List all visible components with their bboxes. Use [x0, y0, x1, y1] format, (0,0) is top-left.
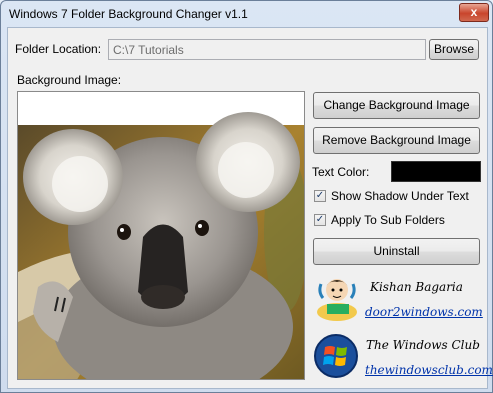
apply-subfolders-label[interactable]: Apply To Sub Folders — [331, 213, 445, 227]
folder-location-label: Folder Location: — [15, 42, 102, 56]
window-title: Windows 7 Folder Background Changer v1.1 — [9, 7, 248, 21]
windows-logo-icon — [313, 333, 359, 379]
background-image-label: Background Image: — [17, 73, 122, 87]
cartoon-avatar-icon — [313, 272, 361, 322]
show-shadow-label[interactable]: Show Shadow Under Text — [331, 189, 469, 203]
app-window: Windows 7 Folder Background Changer v1.1… — [0, 0, 493, 393]
change-background-button[interactable]: Change Background Image — [313, 92, 480, 119]
text-color-swatch[interactable] — [391, 161, 481, 182]
browse-button[interactable]: Browse — [429, 39, 479, 60]
apply-subfolders-checkbox[interactable]: ✓ — [314, 214, 326, 226]
remove-background-button[interactable]: Remove Background Image — [313, 127, 480, 154]
folder-location-input[interactable] — [108, 39, 426, 60]
title-bar[interactable]: Windows 7 Folder Background Changer v1.1… — [1, 1, 492, 27]
credit-name-windowsclub: The Windows Club — [366, 338, 480, 352]
close-button[interactable]: x — [459, 3, 489, 22]
close-icon: x — [470, 5, 478, 19]
show-shadow-checkbox[interactable]: ✓ — [314, 190, 326, 202]
credit-name-kishan: Kishan Bagaria — [370, 280, 463, 294]
background-image-preview — [17, 91, 305, 380]
client-area: Folder Location: Browse Background Image… — [7, 27, 493, 389]
uninstall-button[interactable]: Uninstall — [313, 238, 480, 265]
link-thewindowsclub[interactable]: thewindowsclub.com — [365, 363, 493, 377]
link-door2windows[interactable]: door2windows.com — [365, 305, 483, 319]
koala-photo — [18, 92, 304, 379]
text-color-label: Text Color: — [312, 165, 370, 179]
